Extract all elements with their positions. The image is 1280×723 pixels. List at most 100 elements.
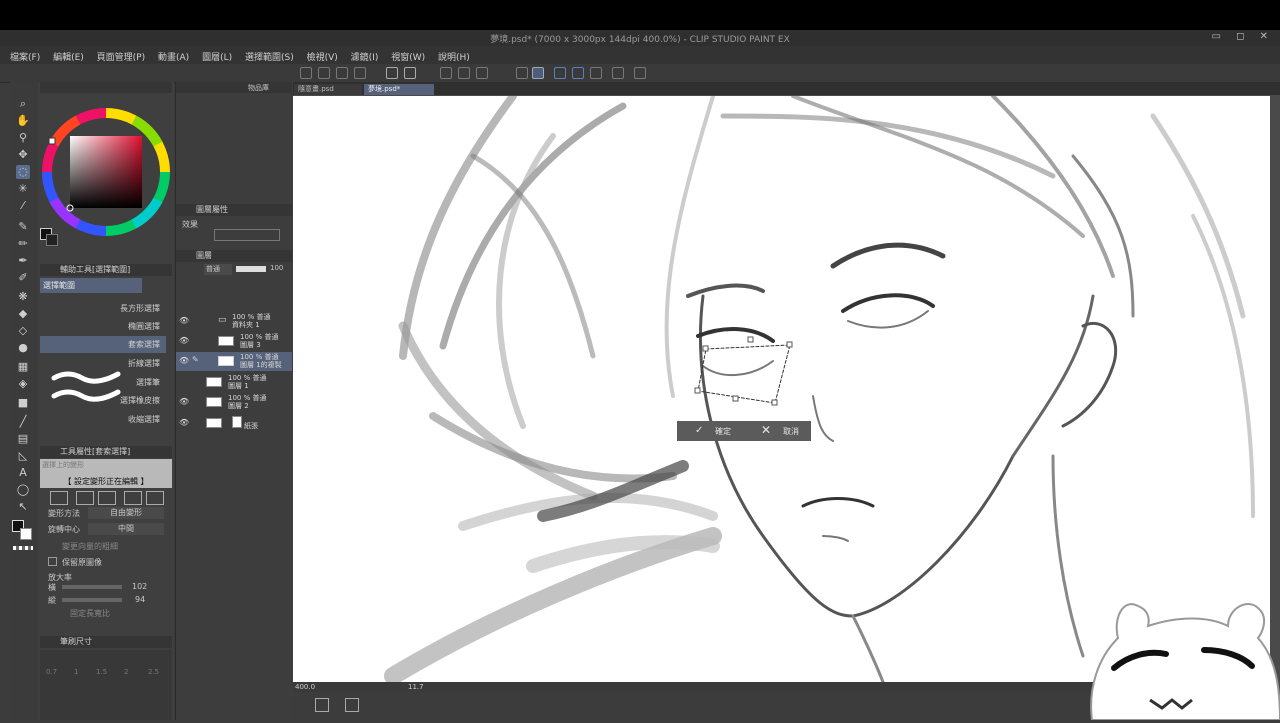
text-tool-icon[interactable]: A	[16, 466, 30, 480]
open-icon[interactable]	[318, 67, 330, 79]
color-wheel[interactable]	[38, 104, 174, 240]
menu-animation[interactable]: 動畫(A)	[158, 50, 189, 63]
clear-icon[interactable]	[440, 67, 452, 79]
blend-mode-select[interactable]: 普通	[204, 264, 232, 275]
move-layer-tool-icon[interactable]: ✥	[16, 148, 30, 162]
layer-row-folder1[interactable]: 👁 ▭ 100 % 普通 資料夾 1	[176, 312, 292, 331]
zoom-value[interactable]: 400.0	[295, 683, 315, 691]
confirm-icon[interactable]	[124, 491, 142, 505]
auto-select-tool-icon[interactable]: ✳	[16, 182, 30, 196]
layer-row-1[interactable]: 100 % 普通 圖層 1	[176, 373, 292, 392]
transform-icon[interactable]	[476, 67, 488, 79]
airbrush-tool-icon[interactable]: ✐	[16, 271, 30, 285]
help-icon[interactable]	[634, 67, 646, 79]
redo-icon[interactable]	[404, 67, 416, 79]
fill-icon[interactable]	[458, 67, 470, 79]
canvas-paper[interactable]	[293, 96, 1270, 682]
snap-ruler-icon[interactable]	[554, 67, 566, 79]
snap-special-ruler-icon[interactable]	[572, 67, 584, 79]
show-selection-icon[interactable]	[532, 67, 544, 79]
keep-original-checkbox[interactable]	[48, 557, 57, 566]
window-controls[interactable]: ▭ ◻ ✕	[1212, 31, 1275, 42]
sub-tool-ellipse-select[interactable]: 橢圓選擇	[40, 318, 166, 335]
menu-view[interactable]: 檢視(V)	[307, 50, 338, 63]
eraser-tool-icon[interactable]: ◆	[16, 307, 30, 321]
scale-width-value[interactable]: 102	[132, 582, 147, 591]
sub-tool-rect-select[interactable]: 長方形選擇	[40, 300, 166, 317]
material-tab[interactable]: 物品庫	[248, 83, 269, 93]
rotation-value[interactable]: 11.7	[408, 683, 424, 691]
brush-size-3[interactable]: 1.5	[96, 668, 107, 676]
scale-height-value[interactable]: 94	[135, 595, 145, 604]
menu-layer[interactable]: 圖層(L)	[202, 50, 232, 63]
ruler-tool-icon[interactable]: ◺	[16, 449, 30, 463]
menu-help[interactable]: 說明(H)	[438, 50, 470, 63]
visibility-eye-icon[interactable]: 👁	[179, 337, 189, 345]
layer-row-1-copy[interactable]: 👁 ✎ 100 % 普通 圖層 1的複製	[176, 352, 292, 371]
brush-tool-icon[interactable]: ✒	[16, 254, 30, 268]
settings-icon[interactable]	[345, 698, 359, 712]
brush-size-5[interactable]: 2.5	[148, 668, 159, 676]
menu-page[interactable]: 頁面管理(P)	[97, 50, 145, 63]
figure-tool-icon[interactable]: ╱	[16, 415, 30, 429]
transform-ok-button[interactable]: 確定	[715, 426, 731, 437]
transparent-color-swatch[interactable]	[13, 546, 33, 550]
menu-selection[interactable]: 選擇範圍(S)	[245, 50, 294, 63]
transform-method-select[interactable]: 自由變形	[88, 507, 164, 519]
reset-icon[interactable]	[50, 491, 68, 505]
save-icon[interactable]	[336, 67, 348, 79]
export-icon[interactable]	[354, 67, 366, 79]
undo-icon[interactable]	[386, 67, 398, 79]
menu-window[interactable]: 視窗(W)	[391, 50, 425, 63]
visibility-eye-icon[interactable]: 👁	[179, 357, 189, 365]
visibility-eye-icon[interactable]: 👁	[179, 398, 189, 406]
sub-color-swatch[interactable]	[20, 528, 32, 540]
menu-edit[interactable]: 編輯(E)	[53, 50, 84, 63]
menu-filter[interactable]: 濾鏡(I)	[351, 50, 379, 63]
fill-tool-icon[interactable]: ▦	[16, 360, 30, 374]
operation-tool-icon[interactable]: ⚲	[16, 131, 30, 145]
correct-line-tool-icon[interactable]: ↖	[16, 500, 30, 514]
scale-width-slider[interactable]	[62, 585, 122, 589]
visibility-eye-icon[interactable]: 👁	[179, 317, 189, 325]
navigator-icon[interactable]	[315, 698, 329, 712]
zoom-tool-icon[interactable]: ⌕	[16, 97, 30, 111]
opacity-value[interactable]: 100	[270, 264, 283, 272]
rotation-center-select[interactable]: 中間	[88, 523, 164, 535]
blend-tool-icon[interactable]: ◇	[16, 324, 30, 338]
ruler-icon[interactable]	[612, 67, 624, 79]
tab-doodle[interactable]: 隨意畫.psd	[294, 84, 362, 95]
sub-tool-group-tab[interactable]: 選擇範圍	[40, 278, 142, 293]
gradient-tool-icon[interactable]: ■	[16, 396, 30, 410]
visibility-eye-icon[interactable]: 👁	[179, 419, 189, 427]
vector-thickness-option[interactable]: 變更向量的粗細	[62, 541, 118, 552]
brush-size-2[interactable]: 1	[74, 668, 78, 676]
menu-file[interactable]: 檔案(F)	[10, 50, 40, 63]
frame-tool-icon[interactable]: ▤	[16, 432, 30, 446]
balloon-tool-icon[interactable]: ◯	[16, 483, 30, 497]
flip-v-icon[interactable]	[98, 491, 116, 505]
layer-row-3[interactable]: 👁 100 % 普通 圖層 3	[176, 332, 292, 351]
deselect-icon[interactable]	[516, 67, 528, 79]
color-panel-sub-swatch[interactable]	[46, 234, 58, 246]
opacity-slider[interactable]	[236, 266, 266, 272]
hand-tool-icon[interactable]: ✋	[16, 114, 30, 128]
snap-grid-icon[interactable]	[590, 67, 602, 79]
new-icon[interactable]	[300, 67, 312, 79]
tab-dream[interactable]: 夢境.psd*	[364, 84, 434, 95]
eyedropper-tool-icon[interactable]: ⁄	[16, 199, 30, 213]
cancel-icon[interactable]	[146, 491, 164, 505]
pen-tool-icon[interactable]: ✎	[16, 220, 30, 234]
layer-effect-buttons[interactable]	[214, 229, 280, 241]
decoration-tool-icon[interactable]: ❋	[16, 290, 30, 304]
layer-row-2[interactable]: 👁 100 % 普通 圖層 2	[176, 393, 292, 412]
vertical-scrollbar[interactable]	[1272, 96, 1280, 682]
layer-row-paper[interactable]: 👁 紙張	[176, 414, 292, 433]
scale-height-slider[interactable]	[62, 598, 122, 602]
keep-ratio-option[interactable]: 固定長寬比	[70, 608, 110, 619]
sub-tool-shrink-select[interactable]: 收縮選擇	[40, 411, 166, 428]
sub-tool-lasso-select[interactable]: 套索選擇	[40, 336, 166, 353]
bucket-tool-icon[interactable]: ◈	[16, 377, 30, 391]
brush-size-1[interactable]: 0.7	[46, 668, 57, 676]
transform-cancel-button[interactable]: 取消	[783, 426, 799, 437]
